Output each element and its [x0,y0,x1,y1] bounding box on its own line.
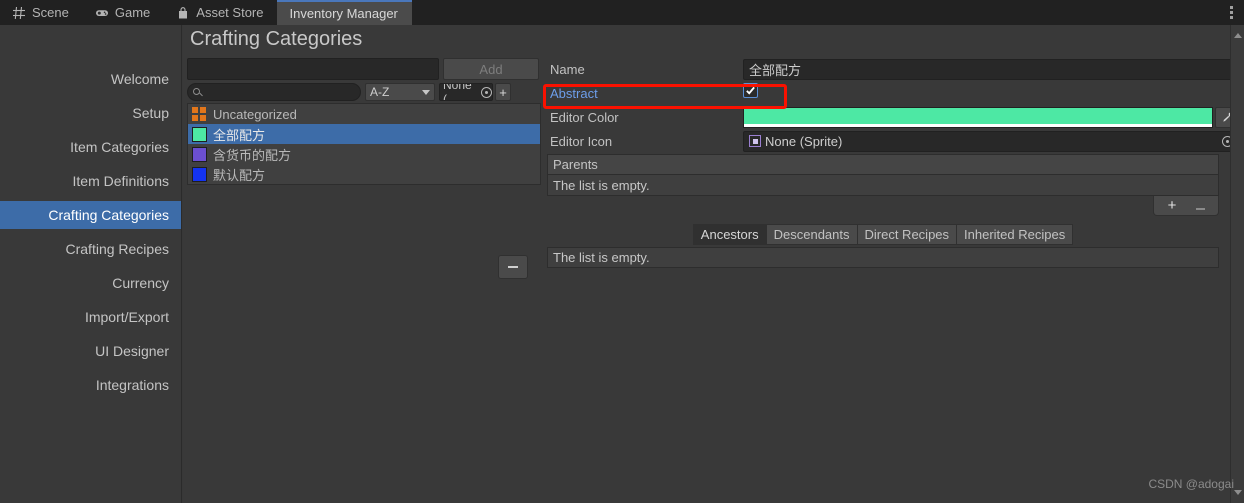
sidebar-item-welcome[interactable]: Welcome [0,65,181,93]
gamepad-icon [95,6,109,20]
sidebar-item-integrations[interactable]: Integrations [0,371,181,399]
tab-direct-recipes[interactable]: Direct Recipes [857,224,958,245]
editor-tab-bar: Scene Game Asset Store Inventory Manager [0,0,1244,25]
name-input[interactable]: 全部配方 [743,58,1237,80]
shopping-bag-icon [176,6,190,20]
sidebar-item-ui-designer[interactable]: UI Designer [0,337,181,365]
field-editor-icon: Editor Icon None (Sprite) [547,130,1237,152]
tab-ancestors[interactable]: Ancestors [692,224,767,245]
sidebar-item-label: Crafting Recipes [65,241,170,257]
sidebar-item-item-categories[interactable]: Item Categories [0,133,181,161]
category-list: Uncategorized 全部配方 含货币的配方 默认配方 [187,103,541,185]
editor-icon-object-field[interactable]: None (Sprite) [743,130,1237,152]
list-item[interactable]: 含货币的配方 [188,144,540,164]
add-button[interactable]: Add [443,58,539,80]
parents-section-header: Parents [547,154,1219,175]
sidebar-item-item-definitions[interactable]: Item Definitions [0,167,181,195]
tab-inventory-manager-label: Inventory Manager [289,6,398,21]
list-item-label: 默认配方 [213,167,266,183]
search-input[interactable] [187,83,361,101]
remove-parent-button [1186,199,1214,213]
field-name-label: Name [550,61,585,77]
list-item-label: Uncategorized [213,106,297,122]
watermark: CSDN @adogai [1148,477,1234,491]
sort-order-dropdown[interactable]: A-Z [365,83,435,101]
tab-scene-label: Scene [32,5,69,20]
category-swatch-icon [192,106,207,122]
sidebar-item-setup[interactable]: Setup [0,99,181,127]
tab-bar-spacer [412,0,1218,25]
abstract-checkbox[interactable] [743,82,758,98]
tab-inventory-manager[interactable]: Inventory Manager [277,0,412,25]
field-name: Name 全部配方 [547,58,1237,80]
minus-icon [1195,207,1205,210]
sort-order-value: A-Z [370,85,390,99]
field-abstract: Abstract [547,82,1237,104]
list-item-label: 含货币的配方 [213,147,292,163]
category-list-panel: Add A-Z None ( + Uncategorized 全部配方 含货币的… [187,58,541,279]
unity-editor-window: Scene Game Asset Store Inventory Manager… [0,0,1244,503]
scroll-down-icon[interactable] [1234,490,1242,495]
main-content: Crafting Categories Add A-Z None (+ Unc… [183,25,1244,503]
parents-empty-message: The list is empty. [547,175,1219,196]
check-icon [746,86,755,95]
tab-inherited-recipes[interactable]: Inherited Recipes [957,224,1074,245]
scroll-up-icon[interactable] [1234,33,1242,38]
sidebar-item-label: Item Categories [70,139,169,155]
add-filter-button[interactable]: + [495,83,511,101]
category-swatch-icon [192,146,207,162]
sidebar-item-label: Currency [112,275,169,291]
sidebar-item-crafting-recipes[interactable]: Crafting Recipes [0,235,181,263]
field-editor-color: Editor Color [547,106,1237,128]
sidebar-item-label: Integrations [95,377,169,393]
list-filter-row: A-Z None ( + [187,83,541,101]
list-item[interactable]: Uncategorized [188,104,540,124]
add-category-row: Add [187,58,541,80]
field-editor-color-label: Editor Color [550,109,619,125]
sidebar-item-crafting-categories[interactable]: Crafting Categories [0,201,181,229]
tab-descendants[interactable]: Descendants [766,224,858,245]
tab-game[interactable]: Game [83,0,164,25]
sidebar-nav: Welcome Setup Item Categories Item Defin… [0,25,182,503]
minus-icon [508,266,518,268]
field-abstract-label: Abstract [550,85,598,101]
vertical-scrollbar[interactable] [1230,25,1244,503]
sidebar-item-label: Crafting Categories [48,207,169,223]
editor-icon-value: None (Sprite) [765,133,843,149]
sidebar-item-label: Item Definitions [72,173,169,189]
sidebar-item-import-export[interactable]: Import/Export [0,303,181,331]
list-item[interactable]: 全部配方 [188,124,540,144]
page-title: Crafting Categories [190,28,363,50]
chevron-down-icon [422,89,430,95]
category-swatch-icon [192,126,207,142]
sprite-icon [749,135,761,147]
object-picker-icon[interactable] [481,86,492,98]
list-item-label: 全部配方 [213,127,266,143]
field-editor-icon-label: Editor Icon [550,133,613,149]
tab-scene[interactable]: Scene [0,0,83,25]
sidebar-item-label: UI Designer [95,343,169,359]
filter-object-value: None ( [443,83,472,101]
list-item[interactable]: 默认配方 [188,164,540,184]
new-category-name-input[interactable] [187,58,439,80]
grid-icon [12,6,26,20]
sidebar-item-label: Welcome [110,71,169,87]
tab-game-label: Game [114,5,151,20]
category-inspector: Name 全部配方 Abstract Editor Color Editor I… [547,58,1237,268]
editor-color-swatch[interactable] [743,106,1213,128]
tab-asset-store-label: Asset Store [196,5,264,20]
sidebar-item-currency[interactable]: Currency [0,269,181,297]
search-icon [193,88,200,95]
remove-category-button[interactable] [498,255,528,279]
filter-object-field[interactable]: None ( [439,83,493,101]
relation-tab-bar: Ancestors Descendants Direct Recipes Inh… [547,224,1219,245]
kebab-menu-icon[interactable] [1218,0,1244,25]
sidebar-item-label: Import/Export [84,309,169,325]
parents-action-bar: + [547,196,1219,218]
tab-asset-store[interactable]: Asset Store [164,0,277,25]
category-swatch-icon [192,166,207,182]
relation-empty-message: The list is empty. [547,247,1219,268]
add-parent-button[interactable]: + [1158,198,1186,213]
sidebar-item-label: Setup [132,105,169,121]
